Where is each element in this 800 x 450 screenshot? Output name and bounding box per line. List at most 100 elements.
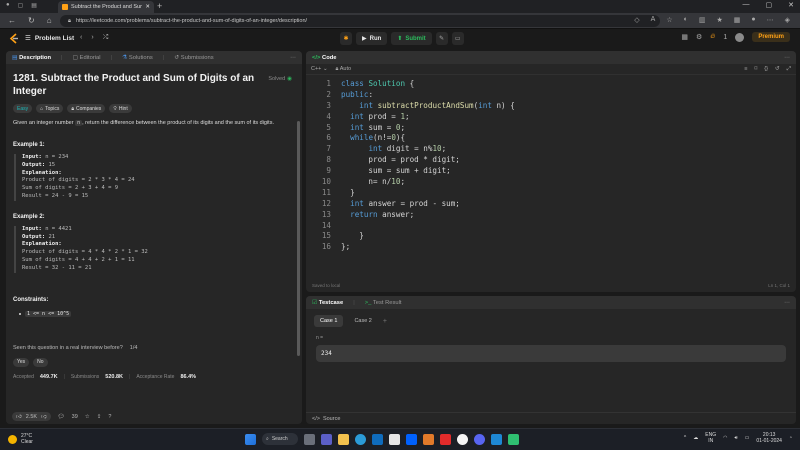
hint-tag[interactable]: 💡︎ Hint <box>109 104 132 113</box>
share-icon[interactable]: ⇪ <box>97 414 102 420</box>
submit-button[interactable]: ⬆ Submit <box>391 32 432 45</box>
tab-editorial[interactable]: ▢ Editorial <box>73 55 101 61</box>
refresh-icon[interactable]: ↻ <box>28 16 35 25</box>
maximize-icon[interactable]: ▢ <box>766 1 773 9</box>
code-panel-more-icon[interactable]: ⋯ <box>784 55 790 61</box>
testcase-more-icon[interactable]: ⋯ <box>784 300 790 306</box>
star-icon[interactable]: ☆ <box>85 414 90 420</box>
no-button[interactable]: No <box>33 357 48 367</box>
vscode-icon[interactable] <box>491 433 502 445</box>
mail-icon[interactable] <box>372 433 383 445</box>
store-bag-icon[interactable] <box>423 433 434 445</box>
app-icon[interactable] <box>508 433 519 445</box>
tab-submissions[interactable]: ↺ Submissions <box>174 55 213 61</box>
home-icon[interactable]: ⌂ <box>47 16 52 25</box>
code-line: 13 return answer; <box>321 209 415 219</box>
leetcode-logo-icon[interactable] <box>9 33 19 44</box>
chrome-icon[interactable] <box>457 433 468 445</box>
braces-icon[interactable]: {} <box>764 66 768 73</box>
thumbs-up-icon[interactable]: 👍︎ <box>16 414 22 420</box>
tab-actions-icon[interactable]: ▢ <box>18 2 24 9</box>
code-editor[interactable]: 1 class Solution { 2 public: 3 int subtrac… <box>306 75 796 253</box>
chat-button[interactable]: ▭ <box>451 32 464 45</box>
weather-widget[interactable]: 27°C Clear <box>8 433 33 445</box>
auto-toggle[interactable]: 🔒︎ Auto <box>336 66 352 73</box>
comment-icon[interactable]: 💬︎ <box>58 414 65 420</box>
topics-tag[interactable]: ⌂ Topics <box>36 104 64 113</box>
shuffle-icon[interactable]: ⤮ <box>103 34 109 42</box>
source-toggle[interactable]: </> Source <box>306 412 796 424</box>
format-icon[interactable]: ≡ <box>744 66 747 73</box>
cloud-icon[interactable]: ☁ <box>693 435 698 441</box>
companies-tag[interactable]: 🔒︎ Companies <box>67 104 106 113</box>
windows-start-icon[interactable] <box>245 433 256 445</box>
profile-avatar-icon[interactable]: ● <box>751 16 755 24</box>
case-2-tab[interactable]: Case 2 <box>348 315 377 327</box>
tab-solutions[interactable]: ⚗ Solutions <box>122 55 153 61</box>
tab-description[interactable]: ▤ Description <box>12 55 51 61</box>
avatar[interactable] <box>735 32 745 42</box>
prev-problem-icon[interactable]: ‹ <box>80 34 82 42</box>
layout-icon[interactable]: ▦ <box>681 33 688 41</box>
tab-testcase[interactable]: ☑ Testcase <box>312 300 343 306</box>
battery-icon[interactable]: ▭ <box>745 435 750 441</box>
extension-icon[interactable]: ◐ <box>684 16 688 24</box>
vertical-tabs-icon[interactable]: ▤ <box>31 2 37 9</box>
more-icon[interactable]: ⋯ <box>767 16 774 24</box>
yes-button[interactable]: Yes <box>13 357 30 367</box>
file-explorer-icon[interactable] <box>338 433 349 445</box>
read-aloud-icon[interactable]: A <box>651 16 656 24</box>
case-1-tab[interactable]: Case 1 <box>314 315 344 327</box>
problem-list-link[interactable]: ☰ Problem List <box>25 34 74 43</box>
notification-icon[interactable]: ◔ <box>789 435 792 441</box>
language-indicator[interactable]: ENG IN <box>705 432 716 444</box>
tab-code[interactable]: </> Code <box>312 55 337 61</box>
bookmark-icon[interactable]: ⌑ <box>754 66 757 73</box>
thumbs-down-icon[interactable]: 👎︎ <box>41 414 47 420</box>
back-icon[interactable]: ← <box>8 16 16 25</box>
fullscreen-icon[interactable]: ⤢ <box>787 66 791 73</box>
edge-icon[interactable] <box>355 433 366 445</box>
difficulty-tag[interactable]: Easy <box>13 104 33 113</box>
store-icon[interactable] <box>389 433 400 445</box>
task-view-icon[interactable] <box>304 433 315 445</box>
question-title[interactable]: 1281. Subtract the Product and Sum of Di… <box>13 72 258 98</box>
new-tab-icon[interactable]: + <box>157 1 162 11</box>
favorites-bar-icon[interactable]: ★ <box>716 16 722 24</box>
volume-icon[interactable]: 🔊︎ <box>735 435 738 441</box>
chevron-up-icon[interactable]: ^ <box>684 435 686 441</box>
copilot-icon[interactable]: ◈ <box>785 16 790 24</box>
premium-button[interactable]: Premium <box>752 32 790 42</box>
run-button[interactable]: ▶ Run <box>356 32 388 45</box>
url-field[interactable]: 🔒︎ https://leetcode.com/problems/subtrac… <box>60 15 660 27</box>
close-window-icon[interactable]: ✕ <box>788 1 794 9</box>
help-icon[interactable]: ? <box>108 414 111 420</box>
notes-button[interactable]: ✎ <box>435 32 448 45</box>
settings-icon[interactable]: ⚙ <box>696 33 702 41</box>
minimize-icon[interactable]: — <box>743 1 750 9</box>
next-problem-icon[interactable]: › <box>91 34 93 42</box>
clock[interactable]: 20:13 01-01-2024 <box>756 432 782 444</box>
language-select[interactable]: C++ ⌄ <box>311 66 328 72</box>
close-tab-icon[interactable]: ✕ <box>145 4 150 10</box>
taskbar-search[interactable]: ⌕ Search <box>262 433 298 445</box>
description-scrollbar[interactable] <box>297 121 300 356</box>
debug-button[interactable]: ✱ <box>340 32 352 45</box>
add-case-icon[interactable]: + <box>383 318 387 325</box>
browser-tab[interactable]: Subtract the Product and Sum o ✕ <box>58 1 154 13</box>
favorite-icon[interactable]: ☆ <box>666 16 672 24</box>
wifi-icon[interactable]: ◠ <box>723 435 727 441</box>
reset-icon[interactable]: ↺ <box>775 66 780 73</box>
testcase-input[interactable]: 234 <box>316 345 786 362</box>
streak-icon[interactable]: 🔥︎ <box>710 33 715 41</box>
app-available-icon[interactable]: ◇ <box>634 16 639 24</box>
panel-more-icon[interactable]: ⋯ <box>290 55 296 61</box>
tab-test-result[interactable]: >_ Test Result <box>365 300 402 306</box>
dropbox-icon[interactable] <box>406 433 417 445</box>
discord-icon[interactable] <box>474 433 485 445</box>
profile-icon[interactable]: ● <box>6 2 10 9</box>
collections-icon[interactable]: ▦ <box>734 16 741 24</box>
teams-icon[interactable] <box>321 433 332 445</box>
youtube-icon[interactable] <box>440 433 451 445</box>
split-screen-icon[interactable]: ▥ <box>699 16 706 24</box>
